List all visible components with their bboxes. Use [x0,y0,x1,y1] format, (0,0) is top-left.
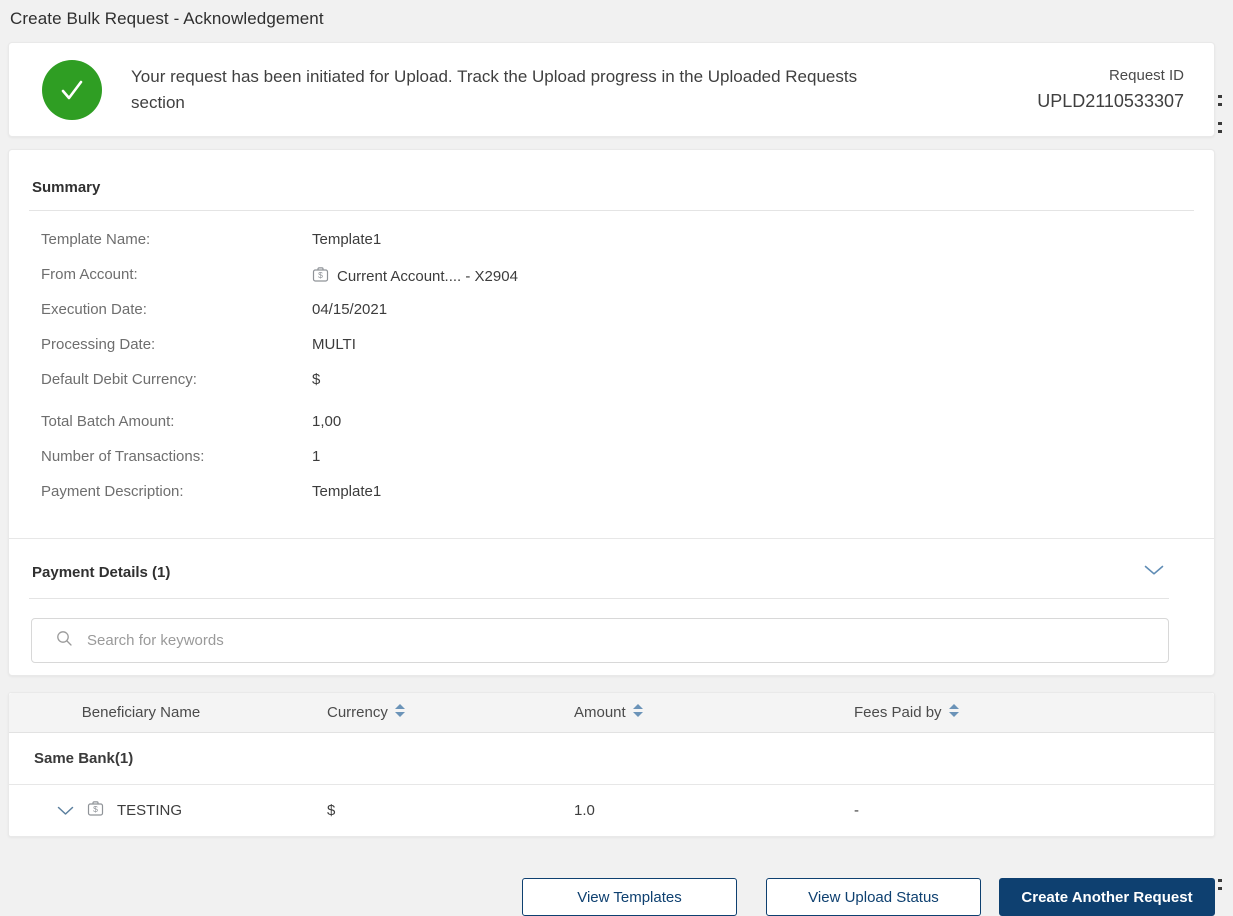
summary-row-payment-description: Payment Description: Template1 [41,483,1214,518]
summary-label: Execution Date: [41,301,147,318]
summary-heading: Summary [32,179,101,196]
view-upload-status-button[interactable]: View Upload Status [766,878,981,916]
bulk-request-acknowledgement-page: Create Bulk Request - Acknowledgement Yo… [0,0,1233,916]
search-box[interactable] [31,618,1169,663]
request-id-block: Request ID UPLD2110533307 [1037,67,1184,112]
summary-value: 1 [312,448,321,465]
beneficiary-name: TESTING [117,802,183,819]
summary-row-processing-date: Processing Date: MULTI [41,336,1214,371]
request-id-value: UPLD2110533307 [1037,91,1184,111]
summary-label: Processing Date: [41,336,156,353]
from-account-value: Current Account.... - X2904 [337,268,518,285]
summary-value: Template1 [312,483,382,500]
table-row: $ TESTING $ 1.0 - [9,785,1214,836]
payment-details-header: Payment Details (1) [9,539,1214,581]
summary-label: From Account: [41,266,138,283]
payment-details-table: Beneficiary Name Currency Amount Fees Pa… [8,692,1215,837]
edge-artifact [1218,122,1222,125]
search-input[interactable] [87,632,1154,649]
amount-cell: 1.0 [574,802,595,819]
acknowledgement-banner: Your request has been initiated for Uplo… [8,42,1215,137]
sort-icon[interactable] [632,703,644,722]
create-another-request-button[interactable]: Create Another Request [999,878,1215,916]
summary-value: $ [312,371,321,388]
column-header-currency[interactable]: Currency [327,703,574,722]
payment-details-divider [29,598,1169,599]
summary-label: Number of Transactions: [41,448,205,465]
sort-icon[interactable] [394,703,406,722]
table-header-row: Beneficiary Name Currency Amount Fees Pa… [9,693,1214,733]
summary-value: MULTI [312,336,356,353]
edge-artifact [1218,879,1222,882]
summary-row-default-debit-currency: Default Debit Currency: $ [41,371,1214,406]
search-icon [56,630,73,652]
column-header-label: Currency [327,704,388,721]
column-header-beneficiary-name: Beneficiary Name [9,704,327,721]
summary-label: Total Batch Amount: [41,413,175,430]
column-header-amount[interactable]: Amount [574,703,854,722]
summary-row-from-account: From Account: $ Current Account.... - X2… [41,266,1214,301]
summary-value: $ Current Account.... - X2904 [312,266,518,287]
summary-card: Summary Template Name: Template1 From Ac… [8,149,1215,676]
currency-cell: $ [327,802,336,819]
edge-artifact [1218,887,1222,890]
payment-details-heading: Payment Details (1) [32,563,171,581]
request-id-label: Request ID [1108,67,1184,84]
summary-rows: Template Name: Template1 From Account: $… [9,211,1214,524]
beneficiary-cell: $ TESTING [9,800,327,821]
column-header-fees-paid-by[interactable]: Fees Paid by [854,703,1214,722]
view-templates-button[interactable]: View Templates [522,878,737,916]
acknowledgement-message: Your request has been initiated for Uplo… [131,67,858,112]
summary-value: 04/15/2021 [312,301,388,318]
column-header-label: Fees Paid by [854,704,942,721]
summary-row-number-of-transactions: Number of Transactions: 1 [41,448,1214,483]
page-title: Create Bulk Request - Acknowledgement [10,9,324,28]
edge-artifact [1218,95,1222,98]
summary-label: Template Name: [41,231,151,248]
sort-icon[interactable] [948,703,960,722]
payment-details-collapse-chevron-down-icon[interactable] [1144,563,1164,581]
success-check-icon [42,59,102,120]
beneficiary-briefcase-icon: $ [87,800,104,821]
summary-row-total-batch-amount: Total Batch Amount: 1,00 [41,413,1214,448]
footer-actions: View Templates View Upload Status Create… [0,878,1215,916]
svg-text:$: $ [318,270,323,280]
column-header-label: Beneficiary Name [81,704,201,721]
svg-text:$: $ [93,804,98,814]
summary-row-template-name: Template Name: Template1 [41,231,1214,266]
fees-paid-by-cell: - [854,802,859,819]
group-label: Same Bank(1) [34,750,134,767]
summary-row-execution-date: Execution Date: 04/15/2021 [41,301,1214,336]
row-expander-chevron-down-icon[interactable] [57,806,74,816]
summary-value: Template1 [312,231,382,248]
summary-label: Default Debit Currency: [41,371,197,388]
column-header-label: Amount [574,704,626,721]
edge-artifact [1218,130,1222,133]
account-briefcase-icon: $ [312,266,329,287]
summary-label: Payment Description: [41,483,184,500]
group-row-same-bank: Same Bank(1) [9,733,1214,785]
edge-artifact [1218,103,1222,106]
summary-value: 1,00 [312,413,342,430]
